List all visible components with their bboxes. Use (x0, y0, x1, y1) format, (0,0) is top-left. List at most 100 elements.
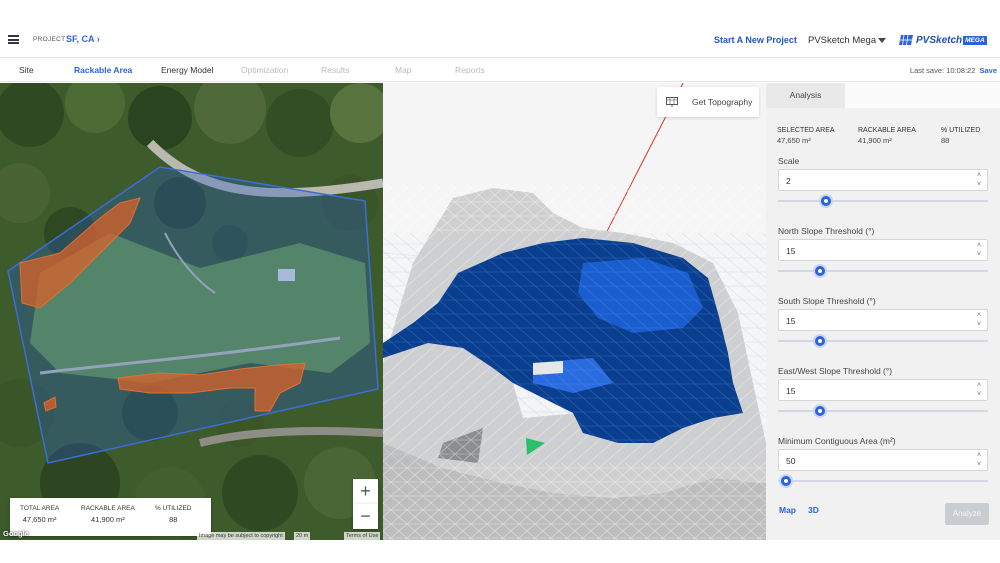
spinner-up-icon[interactable]: ˄ (975, 172, 983, 180)
total-area-value: 47,650 m² (22, 515, 57, 524)
panel-utilized-stat: % UTILIZED 88 (941, 127, 980, 145)
terrain-3d-view[interactable]: Get Topography (383, 83, 766, 540)
satellite-imagery[interactable] (0, 83, 383, 540)
satellite-map[interactable]: TOTAL AREA 47,650 m² RACKABLE AREA 41,90… (0, 83, 383, 540)
selected-area-stat: SELECTED AREA 47,650 m² (777, 127, 835, 145)
map-scale-label: 20 m (294, 532, 311, 540)
scale-input[interactable]: 2 ˄ ˅ (778, 169, 988, 191)
get-topography-label: Get Topography (692, 97, 753, 107)
chevron-right-icon: › (96, 34, 100, 44)
logo-text: PVSketch (916, 34, 963, 46)
total-area-stat: TOTAL AREA 47,650 m² (20, 505, 59, 524)
panel-rackable-area-label: RACKABLE AREA (858, 127, 916, 134)
north-slope-label: North Slope Threshold (°) (778, 226, 875, 236)
spinner-down-icon[interactable]: ˅ (975, 321, 983, 329)
rackable-area-label: RACKABLE AREA (81, 505, 135, 512)
min-contiguous-area-input[interactable]: 50 ˄ ˅ (778, 449, 988, 471)
tab-energy-model[interactable]: Energy Model (161, 65, 213, 75)
min-contiguous-area-value: 50 (786, 456, 796, 466)
panel-utilized-value: 88 (941, 136, 950, 145)
spinner-up-icon[interactable]: ˄ (975, 452, 983, 460)
min-contiguous-area-slider[interactable] (778, 476, 988, 486)
utilized-value: 88 (169, 515, 178, 524)
terrain-mesh[interactable] (383, 83, 766, 540)
tab-site[interactable]: Site (19, 65, 34, 75)
total-area-label: TOTAL AREA (20, 505, 60, 512)
panel-rackable-area-value: 41,900 m² (858, 136, 892, 145)
project-name: SF, CA (66, 34, 95, 44)
save-link[interactable]: Save (979, 66, 997, 75)
tab-analysis[interactable]: Analysis (766, 83, 845, 108)
slider-thumb[interactable] (815, 336, 825, 346)
spinner-down-icon[interactable]: ˅ (975, 181, 983, 189)
slider-track (778, 340, 988, 342)
map-view-link[interactable]: Map (779, 505, 796, 515)
last-save-time: Last save: 10:08:22 (909, 66, 976, 75)
selected-area-value: 47,650 m² (777, 136, 811, 145)
east-west-slope-label: East/West Slope Threshold (°) (778, 366, 893, 376)
slider-thumb[interactable] (815, 266, 825, 276)
spinner-up-icon[interactable]: ˄ (975, 382, 983, 390)
3d-view-link[interactable]: 3D (808, 505, 819, 515)
selected-area-label: SELECTED AREA (777, 127, 835, 134)
project-label: PROJECT (33, 36, 66, 43)
pvsketch-logo: PVSketch MEGA (899, 33, 987, 47)
north-slope-input[interactable]: 15 ˄ ˅ (778, 239, 988, 261)
slider-track (778, 270, 988, 272)
slider-thumb[interactable] (781, 476, 792, 486)
last-save-status: Last save: 10:08:22 Save (910, 66, 997, 75)
panel-utilized-label: % UTILIZED (941, 127, 981, 134)
logo-icon (899, 34, 913, 46)
app-header: PROJECT SF, CA › Start A New Project PVS… (0, 22, 1000, 58)
slider-thumb[interactable] (821, 196, 832, 206)
map-terms-link[interactable]: Terms of Use (344, 532, 381, 540)
spinner-down-icon[interactable]: ˅ (975, 391, 983, 399)
tab-optimization: Optimization (241, 65, 289, 75)
spinner-up-icon[interactable]: ˄ (975, 242, 983, 250)
north-slope-value: 15 (786, 246, 796, 256)
analyze-button[interactable]: Analyze (945, 503, 989, 525)
slider-thumb[interactable] (815, 406, 825, 416)
south-slope-value: 15 (786, 316, 796, 326)
menu-icon[interactable] (8, 35, 19, 44)
scale-slider[interactable] (778, 196, 988, 206)
east-west-slope-input[interactable]: 15 ˄ ˅ (778, 379, 988, 401)
project-name-link[interactable]: SF, CA › (66, 34, 100, 44)
tab-rackable-area[interactable]: Rackable Area (74, 65, 132, 75)
slider-track (778, 200, 988, 202)
spinner-down-icon[interactable]: ˅ (975, 461, 983, 469)
zoom-in-icon[interactable]: + (353, 479, 378, 504)
south-slope-input[interactable]: 15 ˄ ˅ (778, 309, 988, 331)
north-slope-slider[interactable] (778, 266, 988, 276)
east-west-slope-slider[interactable] (778, 406, 988, 416)
slider-track (778, 480, 988, 482)
tab-results: Results (321, 65, 350, 75)
google-logo: Google (3, 529, 29, 538)
app: PROJECT SF, CA › Start A New Project PVS… (0, 0, 1000, 563)
panel-tab-bar (845, 83, 1000, 108)
tab-map: Map (395, 65, 412, 75)
tab-reports: Reports (455, 65, 485, 75)
south-slope-label: South Slope Threshold (°) (778, 296, 876, 306)
scale-label: Scale (778, 156, 800, 166)
gap-patch (533, 361, 563, 375)
min-contiguous-area-label: Minimum Contiguous Area (m²) (778, 436, 896, 446)
rackable-area-value: 41,900 m² (91, 515, 125, 524)
south-slope-slider[interactable] (778, 336, 988, 346)
map-area-stats: TOTAL AREA 47,650 m² RACKABLE AREA 41,90… (10, 498, 211, 536)
slider-track (778, 410, 988, 412)
panel-rackable-area-stat: RACKABLE AREA 41,900 m² (858, 127, 916, 145)
get-topography-button[interactable]: Get Topography (657, 87, 759, 117)
utilized-stat: % UTILIZED 88 (155, 505, 191, 524)
start-new-project-link[interactable]: Start A New Project (714, 35, 797, 45)
rackable-area-stat: RACKABLE AREA 41,900 m² (81, 505, 135, 524)
product-select[interactable]: PVSketch Mega (808, 35, 876, 46)
caret-down-icon[interactable] (878, 38, 886, 43)
spinner-down-icon[interactable]: ˅ (975, 251, 983, 259)
topography-icon (666, 97, 678, 107)
map-copyright-note: Image may be subject to copyright (197, 532, 285, 540)
spinner-up-icon[interactable]: ˄ (975, 312, 983, 320)
zoom-out-icon[interactable]: − (353, 504, 378, 529)
east-west-slope-value: 15 (786, 386, 796, 396)
utilized-label: % UTILIZED (155, 505, 192, 512)
